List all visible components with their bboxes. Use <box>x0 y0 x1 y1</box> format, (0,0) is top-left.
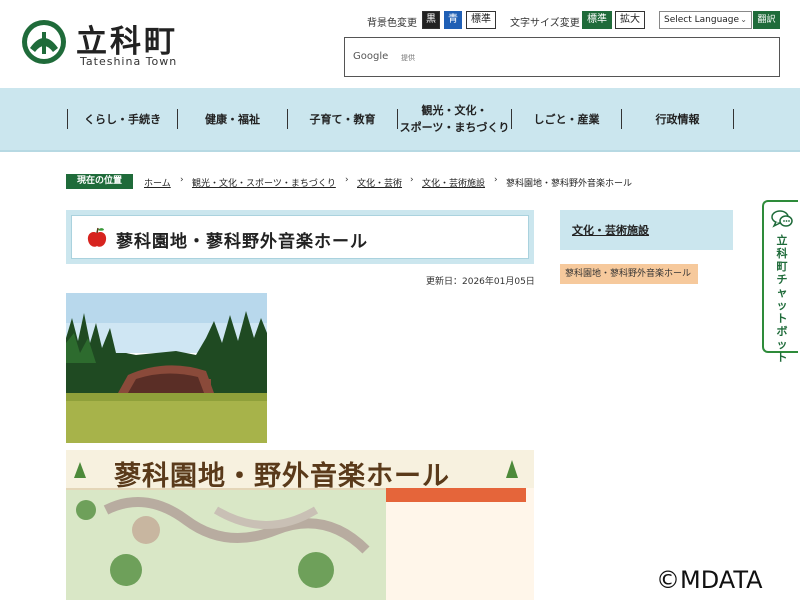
chevron-down-icon: ⌄ <box>740 15 747 24</box>
chatbot-label: 立科町チャットボット <box>776 234 788 364</box>
font-size-label: 文字サイズ変更 <box>510 18 580 29</box>
page-title-box: 蓼科園地・蓼科野外音楽ホール <box>66 210 534 264</box>
breadcrumb-item[interactable]: 文化・芸術施設 <box>422 176 485 189</box>
town-emblem-icon[interactable] <box>20 18 68 66</box>
nav-item-childcare[interactable]: 子育て・教育 <box>288 88 397 150</box>
bg-blue-button[interactable]: 青 <box>444 11 462 29</box>
font-standard-button[interactable]: 標準 <box>582 11 612 29</box>
breadcrumb-item[interactable]: 観光・文化・スポーツ・まちづくり <box>192 176 336 189</box>
sidebar-item-current[interactable]: 蓼科園地・蓼科野外音楽ホール <box>560 264 698 284</box>
chevron-right-icon: › <box>180 175 184 185</box>
site-header: 立科町 Tateshina Town 背景色変更 黒 青 標準 文字サイズ変更 … <box>0 0 800 88</box>
nav-item-label: 健康・福祉 <box>205 112 260 126</box>
bg-color-label: 背景色変更 <box>367 18 417 29</box>
nav-item-label: 行政情報 <box>655 112 700 126</box>
hall-photo-image <box>66 293 267 443</box>
chevron-right-icon: › <box>494 175 498 185</box>
nav-item-label: 子育て・教育 <box>309 112 376 126</box>
search-input[interactable]: Google 提供 <box>344 37 780 77</box>
global-nav: くらし・手続き 健康・福祉 子育て・教育 観光・文化・ スポーツ・まちづくり し… <box>0 88 800 152</box>
language-select[interactable]: Select Language ⌄ <box>659 11 752 29</box>
page: 立科町 Tateshina Town 背景色変更 黒 青 標準 文字サイズ変更 … <box>0 0 800 600</box>
park-map[interactable]: 蓼科園地・野外音楽ホール <box>66 450 534 600</box>
breadcrumb-item[interactable]: ホーム <box>144 176 171 189</box>
google-brand: Google <box>353 51 389 62</box>
language-select-value: Select Language <box>664 15 740 25</box>
breadcrumb-item[interactable]: 文化・芸術 <box>357 176 402 189</box>
nav-divider <box>733 109 734 129</box>
map-title: 蓼科園地・野外音楽ホール <box>114 461 450 492</box>
nav-item-tourism[interactable]: 観光・文化・ スポーツ・まちづくり <box>398 88 511 150</box>
font-large-button[interactable]: 拡大 <box>615 11 645 29</box>
sidebar-heading[interactable]: 文化・芸術施設 <box>572 222 649 238</box>
translate-button[interactable]: 翻訳 <box>753 11 780 29</box>
chevron-right-icon: › <box>345 175 349 185</box>
apple-icon <box>87 227 107 247</box>
google-brand-sub: 提供 <box>401 54 415 62</box>
watermark: ©MDATA <box>656 566 763 594</box>
nav-item-work[interactable]: しごと・産業 <box>512 88 621 150</box>
nav-item-label: 観光・文化・ スポーツ・まちづくり <box>399 104 510 134</box>
bg-standard-button[interactable]: 標準 <box>466 11 496 29</box>
hall-photo <box>66 293 267 443</box>
breadcrumb-current: 蓼科園地・蓼科野外音楽ホール <box>506 179 633 189</box>
logo-subtitle: Tateshina Town <box>80 55 178 68</box>
nav-item-label: くらし・手続き <box>84 112 161 126</box>
nav-item-label: しごと・産業 <box>533 112 600 126</box>
page-title: 蓼科園地・蓼科野外音楽ホール <box>116 232 368 252</box>
breadcrumb-label: 現在の位置 <box>66 174 133 189</box>
sidebar-heading-box: 文化・芸術施設 <box>560 210 733 250</box>
chatbot-tab[interactable]: 立科町チャットボット <box>762 200 798 364</box>
updated-date: 更新日：2026年01月05日 <box>426 277 535 287</box>
bg-black-button[interactable]: 黒 <box>422 11 440 29</box>
page-title-inner: 蓼科園地・蓼科野外音楽ホール <box>71 215 529 259</box>
nav-item-health[interactable]: 健康・福祉 <box>178 88 287 150</box>
chat-bubble-icon <box>771 210 793 228</box>
nav-item-living[interactable]: くらし・手続き <box>68 88 177 150</box>
nav-item-government[interactable]: 行政情報 <box>622 88 733 150</box>
chevron-right-icon: › <box>410 175 414 185</box>
